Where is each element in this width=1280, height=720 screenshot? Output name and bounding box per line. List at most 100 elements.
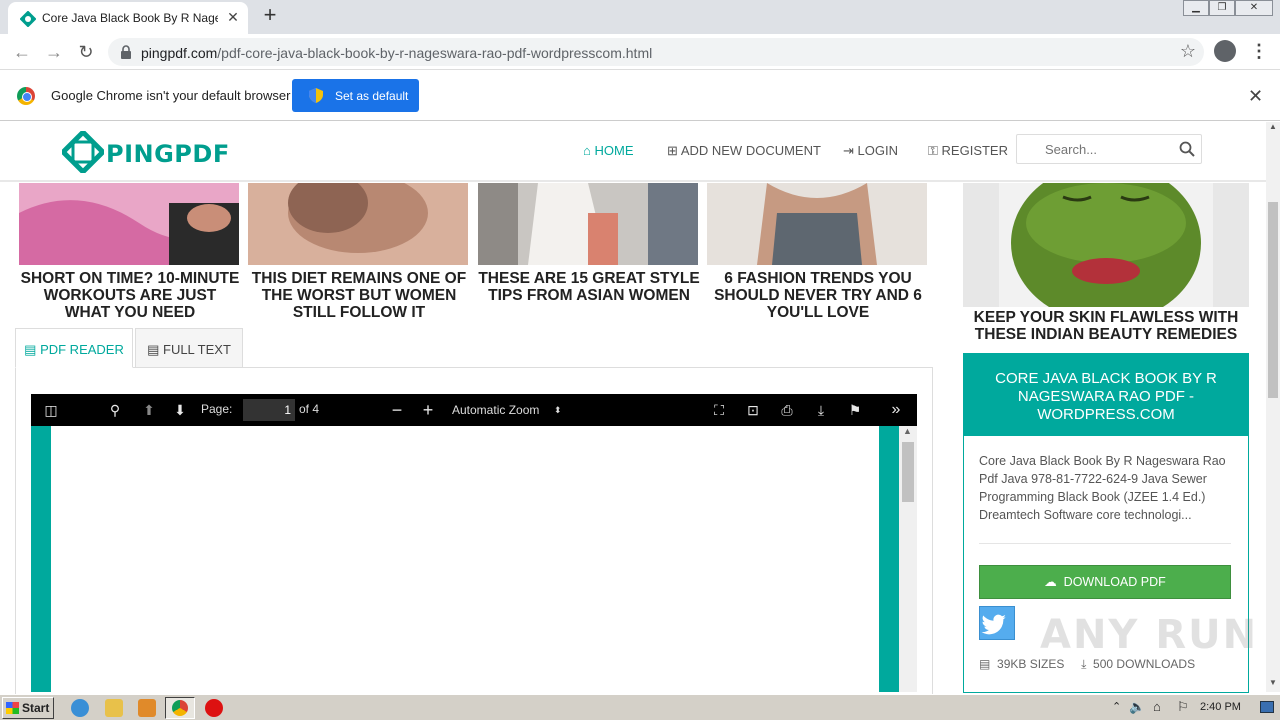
pdf-toolbar: ◫ ⚲ ⬆ ⬇ Page: 1 of 4 − + Automatic Zoom … [31, 394, 917, 426]
browser-toolbar: ← → ↻ pingpdf.com/pdf-core-java-black-bo… [0, 34, 1280, 70]
antivirus-icon[interactable] [205, 699, 223, 717]
volume-icon[interactable]: 🔈 [1129, 699, 1145, 715]
action-center-flag-icon[interactable]: ⚐ [1177, 699, 1189, 715]
file-explorer-icon[interactable] [105, 699, 123, 717]
minimize-button[interactable]: ▁ [1183, 0, 1209, 16]
pdf-scrollbar[interactable]: ▲ [899, 426, 917, 692]
tab-close-icon[interactable]: ✕ [224, 8, 242, 26]
page-scrollbar-thumb[interactable] [1268, 202, 1278, 398]
search-input[interactable] [1017, 135, 1167, 163]
show-desktop-icon[interactable] [1260, 701, 1274, 713]
download-pdf-label: DOWNLOAD PDF [1063, 575, 1166, 589]
bookmark-star-icon[interactable]: ☆ [1180, 41, 1196, 62]
downloads-icon: ⤓ [1081, 657, 1087, 671]
forward-arrow-icon[interactable]: → [42, 40, 66, 64]
url-path: /pdf-core-java-black-book-by-r-nageswara… [217, 45, 653, 61]
tab-pdf-reader[interactable]: ▤ PDF READER [15, 328, 133, 368]
nav-login-label: LOGIN [857, 143, 898, 158]
new-tab-button[interactable]: + [258, 4, 282, 28]
page-scroll-up-icon[interactable]: ▲ [1269, 122, 1277, 131]
plus-square-icon: ⊞ [667, 143, 678, 158]
chrome-menu-icon[interactable]: ⋮ [1250, 40, 1268, 62]
reload-icon[interactable]: ↻ [74, 40, 98, 64]
tab-full-text-label: FULL TEXT [163, 342, 231, 357]
find-icon[interactable]: ⚲ [104, 400, 126, 420]
close-window-button[interactable]: ✕ [1235, 0, 1273, 16]
address-bar[interactable]: pingpdf.com/pdf-core-java-black-book-by-… [108, 38, 1204, 66]
logo-mark-icon [62, 131, 104, 173]
presentation-mode-icon[interactable]: ⛶ [708, 400, 730, 420]
ad-card[interactable]: SHORT ON TIME? 10-MINUTE WORKOUTS ARE JU… [19, 183, 241, 321]
ad-caption: 6 FASHION TRENDS YOU SHOULD NEVER TRY AN… [714, 270, 922, 321]
print-icon[interactable]: ⎙ [776, 400, 798, 420]
ad-image-skincare[interactable] [963, 183, 1249, 307]
nav-home[interactable]: ⌂ HOME [583, 143, 633, 158]
infobar-message: Google Chrome isn't your default browser [51, 88, 291, 103]
download-pdf-button[interactable]: ☁ DOWNLOAD PDF [979, 565, 1231, 599]
document-stats: ▤ 39KB SIZES ⤓ 500 DOWNLOADS [979, 657, 1195, 672]
page-scrollbar[interactable]: ▲ ▼ [1266, 122, 1280, 692]
text-file-icon: ▤ [147, 342, 160, 357]
sign-in-icon: ⇥ [843, 143, 854, 158]
back-arrow-icon[interactable]: ← [10, 40, 34, 64]
chrome-taskbar-button[interactable] [165, 697, 195, 719]
pdf-page [51, 426, 879, 692]
scroll-up-icon[interactable]: ▲ [903, 426, 912, 436]
file-size-icon: ▤ [979, 657, 991, 671]
set-as-default-button[interactable]: Set as default [292, 79, 419, 112]
pingpdf-logo[interactable]: PINGPDF [62, 129, 232, 173]
zoom-out-icon[interactable]: − [386, 400, 408, 420]
pdf-viewport[interactable]: ▲ [31, 426, 917, 692]
ad-caption: THESE ARE 15 GREAT STYLE TIPS FROM ASIAN… [478, 270, 700, 304]
sidebar-ad-caption[interactable]: KEEP YOUR SKIN FLAWLESS WITH THESE INDIA… [963, 309, 1249, 343]
tab-strip: Core Java Black Book By R Nageswara Rao … [0, 0, 1280, 34]
tray-expand-icon[interactable]: ⌃ [1112, 700, 1121, 713]
chrome-logo-icon [17, 87, 35, 105]
search-icon[interactable] [1179, 141, 1195, 157]
page-count: of 4 [299, 402, 320, 416]
ad-caption: SHORT ON TIME? 10-MINUTE WORKOUTS ARE JU… [20, 270, 240, 321]
open-file-icon[interactable]: ⊡ [742, 400, 764, 420]
infobar-close-icon[interactable]: ✕ [1248, 86, 1263, 107]
page-number-input[interactable]: 1 [243, 399, 295, 421]
ad-image-fashion [707, 183, 927, 265]
start-button[interactable]: Start [2, 697, 54, 719]
site-header: PINGPDF ⌂ HOME ⊞ ADD NEW DOCUMENT ⇥ LOGI… [0, 122, 1266, 182]
page-scroll-down-icon[interactable]: ▼ [1269, 678, 1277, 687]
pdf-scrollbar-thumb[interactable] [902, 442, 914, 502]
zoom-value: Automatic Zoom [452, 403, 540, 417]
url-text: pingpdf.com/pdf-core-java-black-book-by-… [141, 45, 652, 61]
zoom-in-icon[interactable]: + [417, 400, 439, 420]
network-icon[interactable]: ⌂ [1153, 699, 1161, 714]
tab-pdf-reader-label: PDF READER [40, 342, 124, 357]
pdf-file-icon: ▤ [24, 342, 37, 357]
nav-register[interactable]: ⚿ REGISTER [928, 143, 1008, 159]
sidebar-toggle-icon[interactable]: ◫ [40, 400, 62, 420]
tab-full-text[interactable]: ▤ FULL TEXT [135, 328, 243, 368]
ad-card[interactable]: 6 FASHION TRENDS YOU SHOULD NEVER TRY AN… [707, 183, 929, 321]
twitter-share-button[interactable] [979, 606, 1015, 640]
start-label: Start [22, 701, 50, 715]
ad-card[interactable]: THIS DIET REMAINS ONE OF THE WORST BUT W… [248, 173, 470, 321]
previous-page-icon[interactable]: ⬆ [138, 400, 160, 420]
search-box [1016, 134, 1202, 164]
taskbar-clock[interactable]: 2:40 PM [1200, 701, 1241, 713]
maximize-button[interactable]: ❐ [1209, 0, 1235, 16]
nav-add-document[interactable]: ⊞ ADD NEW DOCUMENT [667, 143, 821, 159]
windows-flag-icon [6, 702, 19, 714]
tools-menu-icon[interactable]: » [885, 400, 907, 420]
internet-explorer-icon[interactable] [71, 699, 89, 717]
media-player-icon[interactable] [138, 699, 156, 717]
next-page-icon[interactable]: ⬇ [169, 400, 191, 420]
browser-tab[interactable]: Core Java Black Book By R Nageswara Rao … [8, 2, 248, 34]
page-label: Page: [201, 402, 233, 416]
download-icon[interactable]: ⤓ [810, 400, 832, 420]
url-domain: pingpdf.com [141, 45, 218, 61]
bookmark-icon[interactable]: ⚑ [844, 400, 866, 420]
profile-avatar-icon[interactable] [1214, 40, 1236, 62]
ad-card[interactable]: THESE ARE 15 GREAT STYLE TIPS FROM ASIAN… [478, 183, 700, 304]
document-description: Core Java Black Book By R Nageswara Rao … [979, 454, 1226, 522]
key-icon: ⚿ [928, 143, 938, 158]
zoom-select[interactable]: Automatic Zoom ⬍ [446, 400, 568, 420]
nav-login[interactable]: ⇥ LOGIN [843, 143, 898, 159]
